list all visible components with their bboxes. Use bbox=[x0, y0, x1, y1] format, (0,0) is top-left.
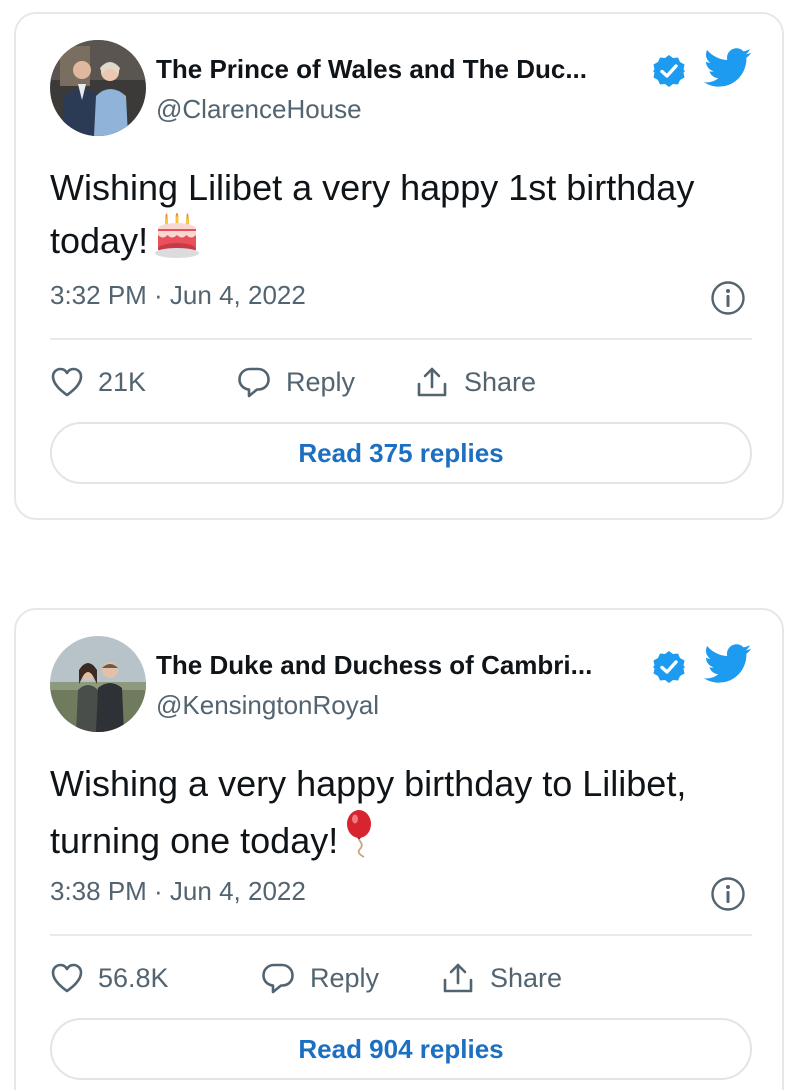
tweet-card[interactable]: The Prince of Wales and The Duc... @Clar… bbox=[14, 12, 784, 520]
reply-label: Reply bbox=[310, 962, 380, 993]
tweet-body: Wishing Lilibet a very happy 1st birthda… bbox=[50, 167, 695, 261]
share-icon bbox=[443, 963, 473, 993]
twitter-bird-icon[interactable] bbox=[704, 46, 752, 90]
like-count: 21K bbox=[98, 366, 147, 397]
reply-icon bbox=[238, 367, 270, 398]
tweet-timestamp[interactable]: 3:32 PM · Jun 4, 2022 bbox=[50, 280, 306, 311]
like-button[interactable]: 56.8K bbox=[50, 958, 169, 998]
verified-badge-icon bbox=[652, 650, 686, 684]
heart-icon bbox=[51, 367, 83, 397]
display-name[interactable]: The Prince of Wales and The Duc... bbox=[156, 54, 587, 85]
share-button[interactable]: Share bbox=[440, 958, 562, 998]
heart-icon bbox=[51, 963, 83, 993]
read-replies-button[interactable]: Read 904 replies bbox=[50, 1018, 752, 1080]
reply-button[interactable]: Reply bbox=[236, 362, 355, 402]
tweet-card[interactable]: The Duke and Duchess of Cambri... @Kensi… bbox=[14, 608, 784, 1090]
twitter-bird-icon[interactable] bbox=[704, 642, 752, 686]
birthday-cake-icon bbox=[154, 212, 200, 272]
share-label: Share bbox=[464, 366, 537, 397]
tweet-timestamp[interactable]: 3:38 PM · Jun 4, 2022 bbox=[50, 876, 306, 907]
user-handle[interactable]: @ClarenceHouse bbox=[156, 94, 362, 125]
verified-badge-icon bbox=[652, 54, 686, 88]
avatar[interactable] bbox=[50, 636, 146, 732]
share-icon bbox=[417, 367, 447, 397]
info-icon[interactable] bbox=[710, 280, 746, 316]
display-name[interactable]: The Duke and Duchess of Cambri... bbox=[156, 650, 592, 681]
avatar[interactable] bbox=[50, 40, 146, 136]
reply-label: Reply bbox=[286, 366, 356, 397]
divider bbox=[50, 934, 752, 936]
like-count: 56.8K bbox=[98, 962, 169, 993]
tweet-actions: 56.8K Reply Share bbox=[50, 958, 750, 998]
tweet-actions: 21K Reply Share bbox=[50, 362, 750, 402]
share-button[interactable]: Share bbox=[414, 362, 536, 402]
balloon-icon bbox=[344, 809, 378, 872]
tweet-header: The Duke and Duchess of Cambri... @Kensi… bbox=[50, 636, 752, 734]
share-label: Share bbox=[490, 962, 563, 993]
read-replies-button[interactable]: Read 375 replies bbox=[50, 422, 752, 484]
like-button[interactable]: 21K bbox=[50, 362, 146, 402]
info-icon[interactable] bbox=[710, 876, 746, 912]
tweet-header: The Prince of Wales and The Duc... @Clar… bbox=[50, 40, 752, 138]
tweet-text: Wishing a very happy birthday to Lilibet… bbox=[50, 758, 750, 872]
divider bbox=[50, 338, 752, 340]
user-handle[interactable]: @KensingtonRoyal bbox=[156, 690, 379, 721]
reply-button[interactable]: Reply bbox=[260, 958, 379, 998]
tweet-feed: The Prince of Wales and The Duc... @Clar… bbox=[0, 0, 800, 1090]
tweet-text: Wishing Lilibet a very happy 1st birthda… bbox=[50, 162, 750, 272]
reply-icon bbox=[262, 963, 294, 994]
